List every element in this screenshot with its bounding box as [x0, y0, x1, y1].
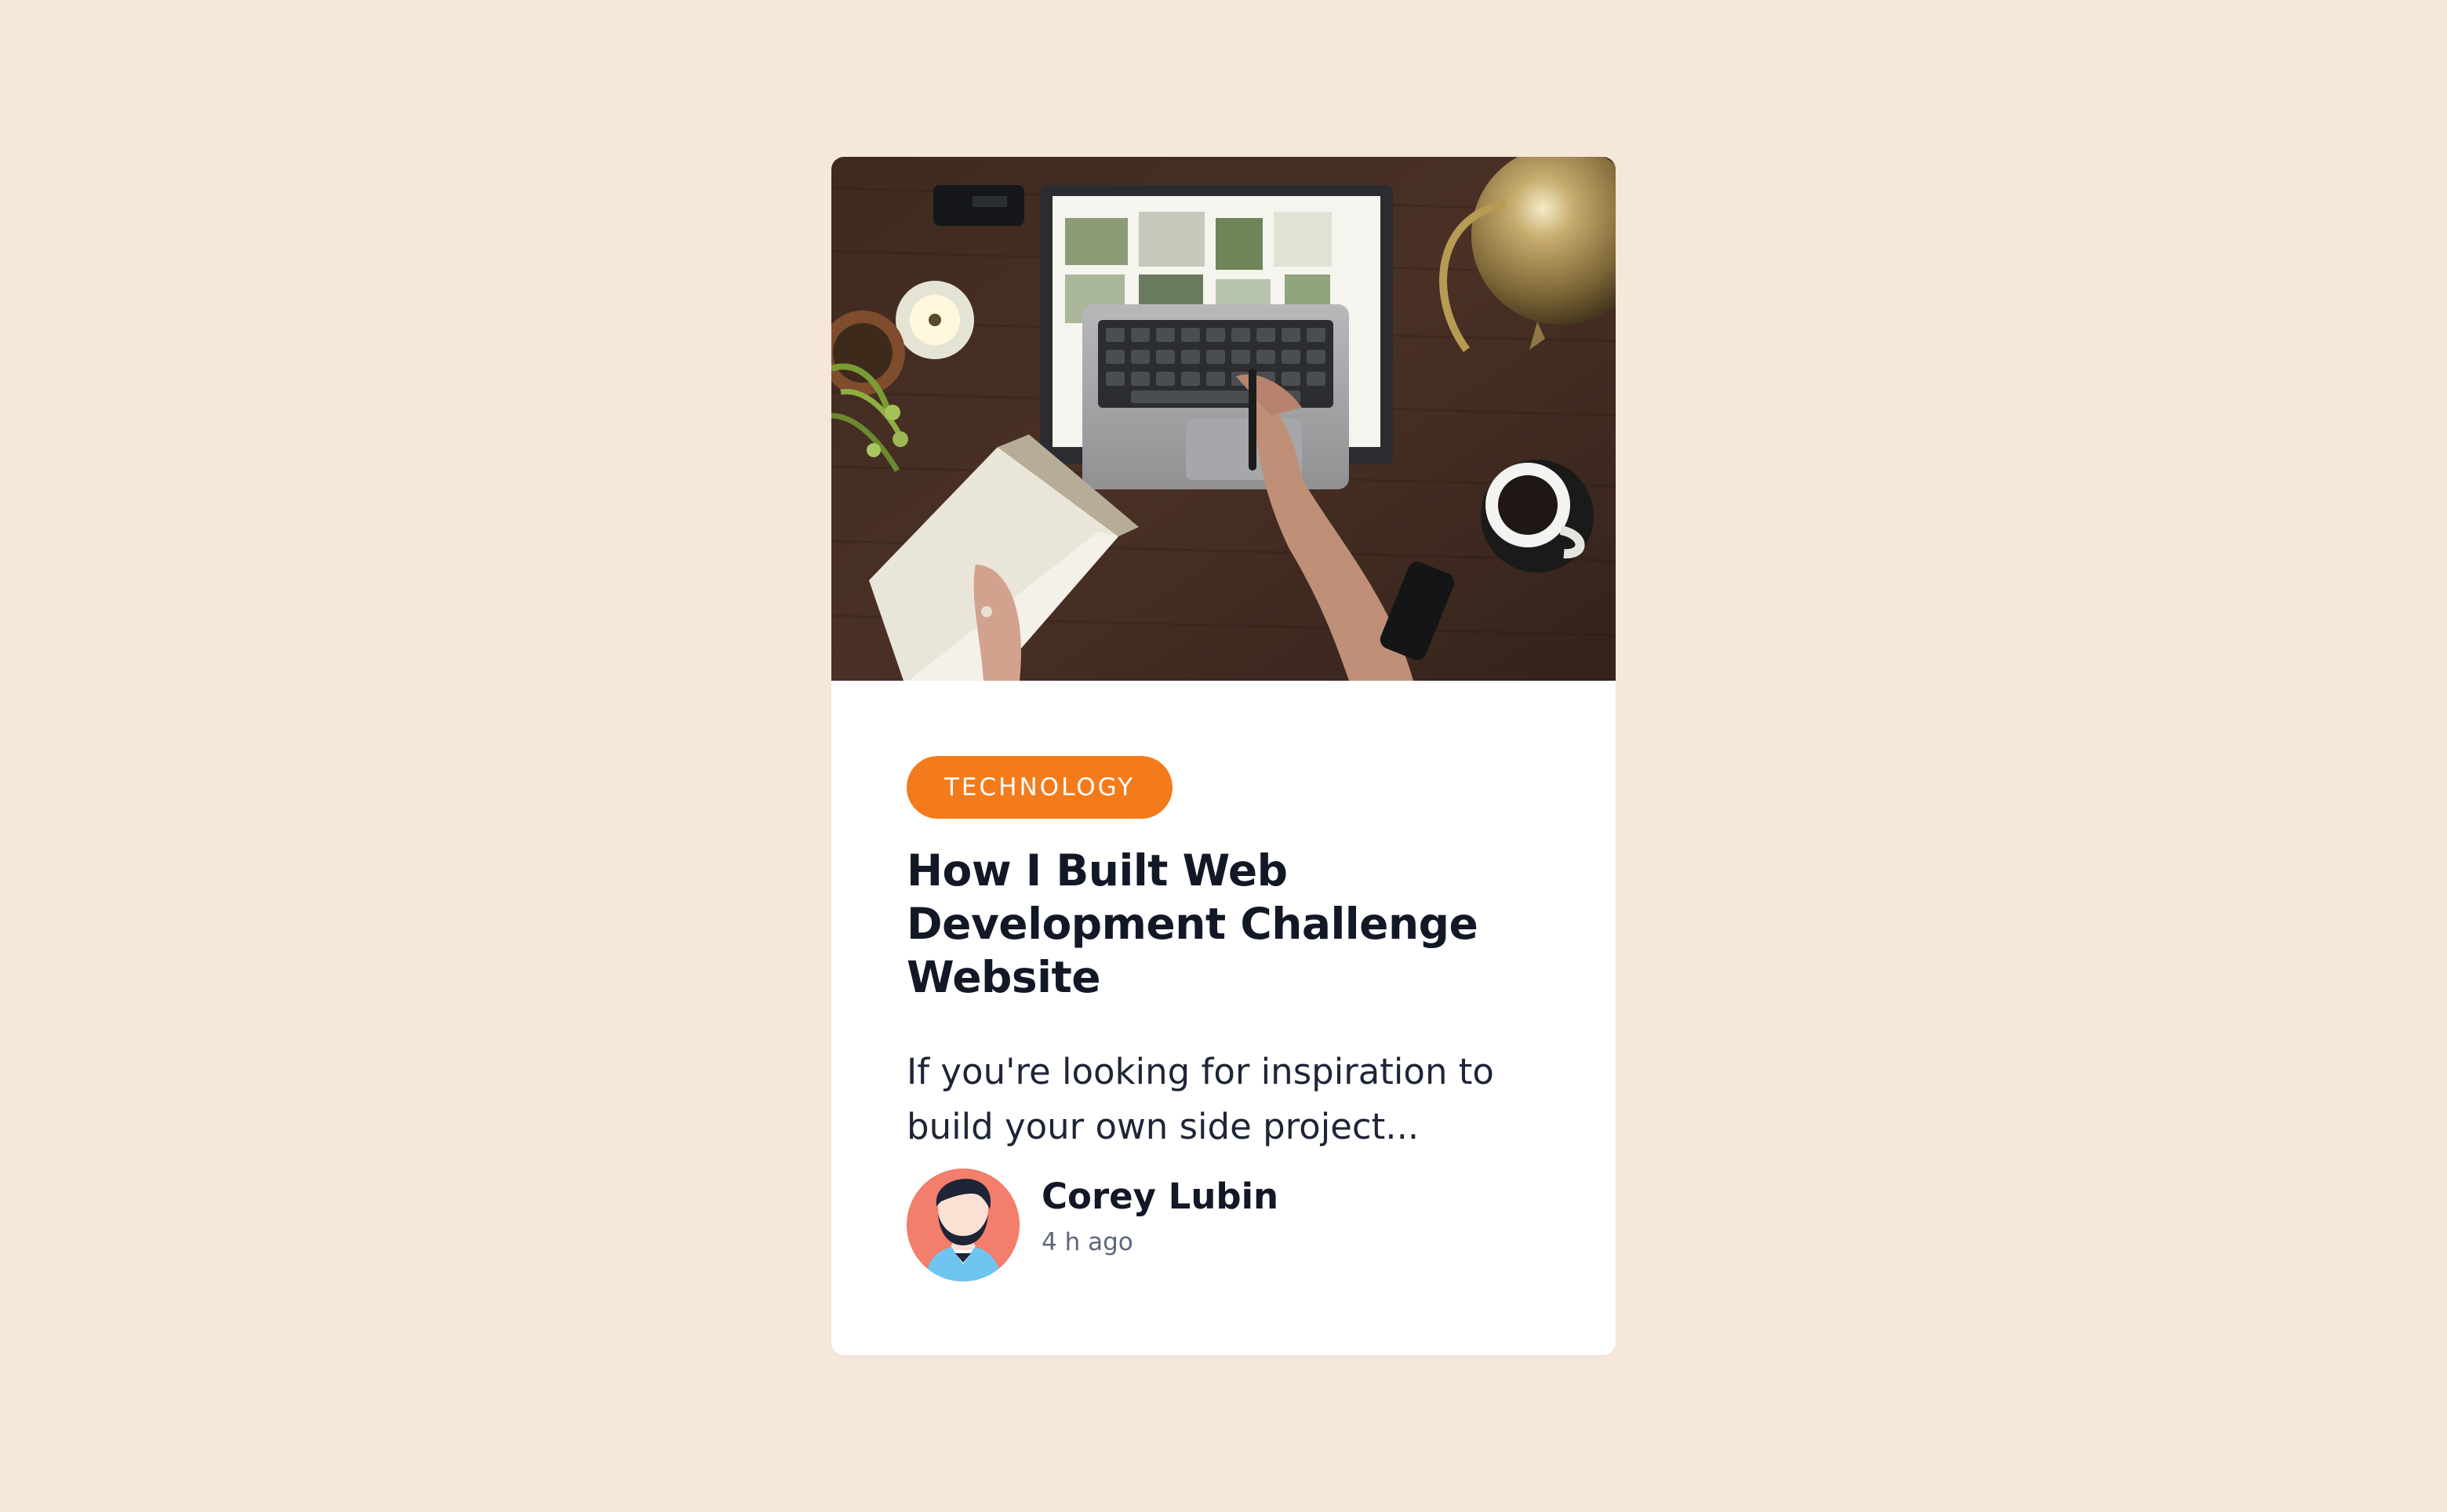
article-excerpt: If you're looking for inspiration to bui… [907, 1051, 1494, 1147]
author-info: Corey Lubin 4 h ago [907, 1169, 1550, 1281]
avatar-man-beard-icon[interactable] [907, 1169, 1020, 1281]
post-time: 4 h ago [1042, 1228, 1133, 1256]
author-name[interactable]: Corey Lubin [1042, 1175, 1278, 1219]
article-card[interactable]: TECHNOLOGY How I Built Web Development C… [831, 157, 1616, 1355]
article-hero-image [831, 157, 1616, 681]
article-content: TECHNOLOGY How I Built Web Development C… [907, 756, 1550, 1154]
article-title[interactable]: How I Built Web Development Challenge We… [907, 844, 1581, 1004]
category-tag[interactable]: TECHNOLOGY [907, 756, 1173, 819]
